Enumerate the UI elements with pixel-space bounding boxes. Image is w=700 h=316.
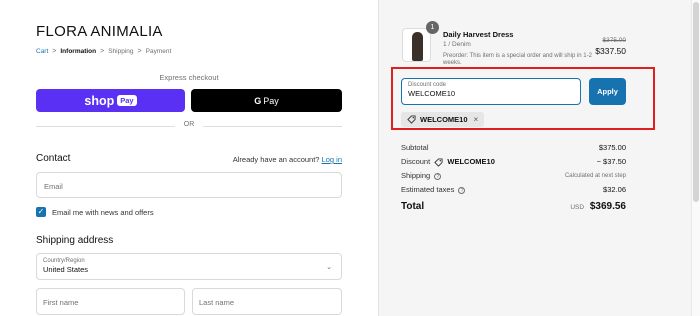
store-logo[interactable]: FLORA ANIMALIA — [36, 23, 163, 40]
login-link[interactable]: Log in — [322, 155, 342, 164]
tag-icon — [434, 157, 443, 167]
total-currency: USD — [570, 204, 585, 211]
discount-code-summary: WELCOME10 — [447, 157, 495, 166]
total-label: Total — [401, 201, 425, 212]
google-pay-button[interactable]: G Pay — [191, 89, 342, 112]
or-divider: OR — [36, 121, 342, 131]
scrollbar-thumb[interactable] — [693, 2, 699, 202]
breadcrumb-shipping: Shipping — [108, 48, 134, 55]
last-name-field[interactable]: Last name — [192, 288, 342, 315]
remove-discount-icon[interactable]: × — [474, 115, 479, 124]
shipping-address-heading: Shipping address — [36, 235, 114, 246]
tag-icon — [407, 115, 416, 124]
shop-pay-logo-word: shop — [84, 93, 115, 108]
applied-discount-tag: WELCOME10 × — [401, 112, 485, 127]
newsletter-checkbox[interactable]: ✓ — [36, 207, 46, 217]
breadcrumb-cart[interactable]: Cart — [36, 48, 48, 55]
product-compare-price: $375.00 — [602, 37, 627, 44]
discount-value: − $37.50 — [596, 157, 626, 167]
breadcrumb-separator-icon: > — [137, 48, 142, 55]
product-name: Daily Harvest Dress — [443, 30, 514, 39]
product-preorder-note: Preorder: This item is a special order a… — [443, 53, 592, 66]
total-amount-group: USD $369.56 — [570, 201, 626, 212]
total-value: $369.56 — [589, 201, 626, 212]
taxes-value: $32.06 — [603, 185, 626, 194]
taxes-row: Estimated taxes ? $32.06 — [401, 185, 626, 194]
taxes-label: Estimated taxes — [401, 185, 455, 194]
breadcrumb: Cart > Information > Shipping > Payment — [36, 48, 171, 55]
country-label: Country/Region — [43, 258, 85, 264]
shop-pay-logo-pill: Pay — [117, 95, 137, 106]
country-select[interactable]: Country/Region United States ⌄ — [36, 253, 342, 280]
total-row: Total USD $369.56 — [401, 201, 626, 212]
breadcrumb-information: Information — [60, 48, 97, 55]
chevron-down-icon: ⌄ — [326, 264, 332, 271]
help-circle-icon[interactable]: ? — [434, 172, 442, 180]
shipping-label-group: Shipping ? — [401, 171, 442, 180]
breadcrumb-payment: Payment — [145, 48, 172, 55]
discount-code-label: Discount code — [408, 82, 447, 88]
help-circle-icon[interactable]: ? — [458, 186, 466, 194]
apply-discount-button[interactable]: Apply — [589, 78, 626, 105]
shop-pay-button[interactable]: shop Pay — [36, 89, 185, 112]
discount-code-value: WELCOME10 — [408, 89, 456, 98]
product-thumbnail — [402, 28, 431, 62]
discount-label: Discount — [401, 157, 431, 166]
express-checkout-label: Express checkout — [159, 73, 219, 82]
shipping-row: Shipping ? Calculated at next step — [401, 171, 626, 180]
shipping-label: Shipping — [401, 171, 431, 180]
discount-row: Discount WELCOME10 − $37.50 — [401, 157, 626, 167]
subtotal-value: $375.00 — [598, 143, 626, 152]
newsletter-option[interactable]: ✓ Email me with news and offers — [36, 207, 154, 217]
google-g-icon: G — [254, 95, 262, 106]
checkout-form-panel: FLORA ANIMALIA Cart > Information > Ship… — [0, 0, 378, 316]
applied-discount-code: WELCOME10 — [420, 115, 468, 124]
dress-image — [412, 32, 423, 61]
product-price: $337.50 — [595, 46, 626, 56]
shipping-value: Calculated at next step — [564, 172, 626, 179]
taxes-label-group: Estimated taxes ? — [401, 185, 466, 194]
newsletter-label: Email me with news and offers — [52, 207, 154, 217]
quantity-badge: 1 — [426, 21, 439, 34]
discount-code-input[interactable]: Discount code WELCOME10 — [401, 78, 581, 105]
scrollbar[interactable] — [691, 0, 700, 316]
google-pay-word: Pay — [263, 95, 279, 106]
account-prompt: Already have an account? Log in — [233, 155, 342, 164]
breadcrumb-separator-icon: > — [52, 48, 57, 55]
account-prompt-text: Already have an account? — [232, 155, 320, 164]
subtotal-row: Subtotal $375.00 — [401, 143, 626, 152]
divider-line — [203, 126, 342, 127]
breadcrumb-separator-icon: > — [100, 48, 105, 55]
first-name-field[interactable]: First name — [36, 288, 185, 315]
product-variant: 1 / Denim — [443, 41, 471, 48]
discount-label-group: Discount WELCOME10 — [401, 157, 495, 167]
email-field[interactable]: Email — [36, 172, 342, 198]
country-value: United States — [43, 265, 89, 274]
subtotal-label: Subtotal — [401, 143, 429, 152]
contact-heading: Contact — [36, 153, 71, 164]
